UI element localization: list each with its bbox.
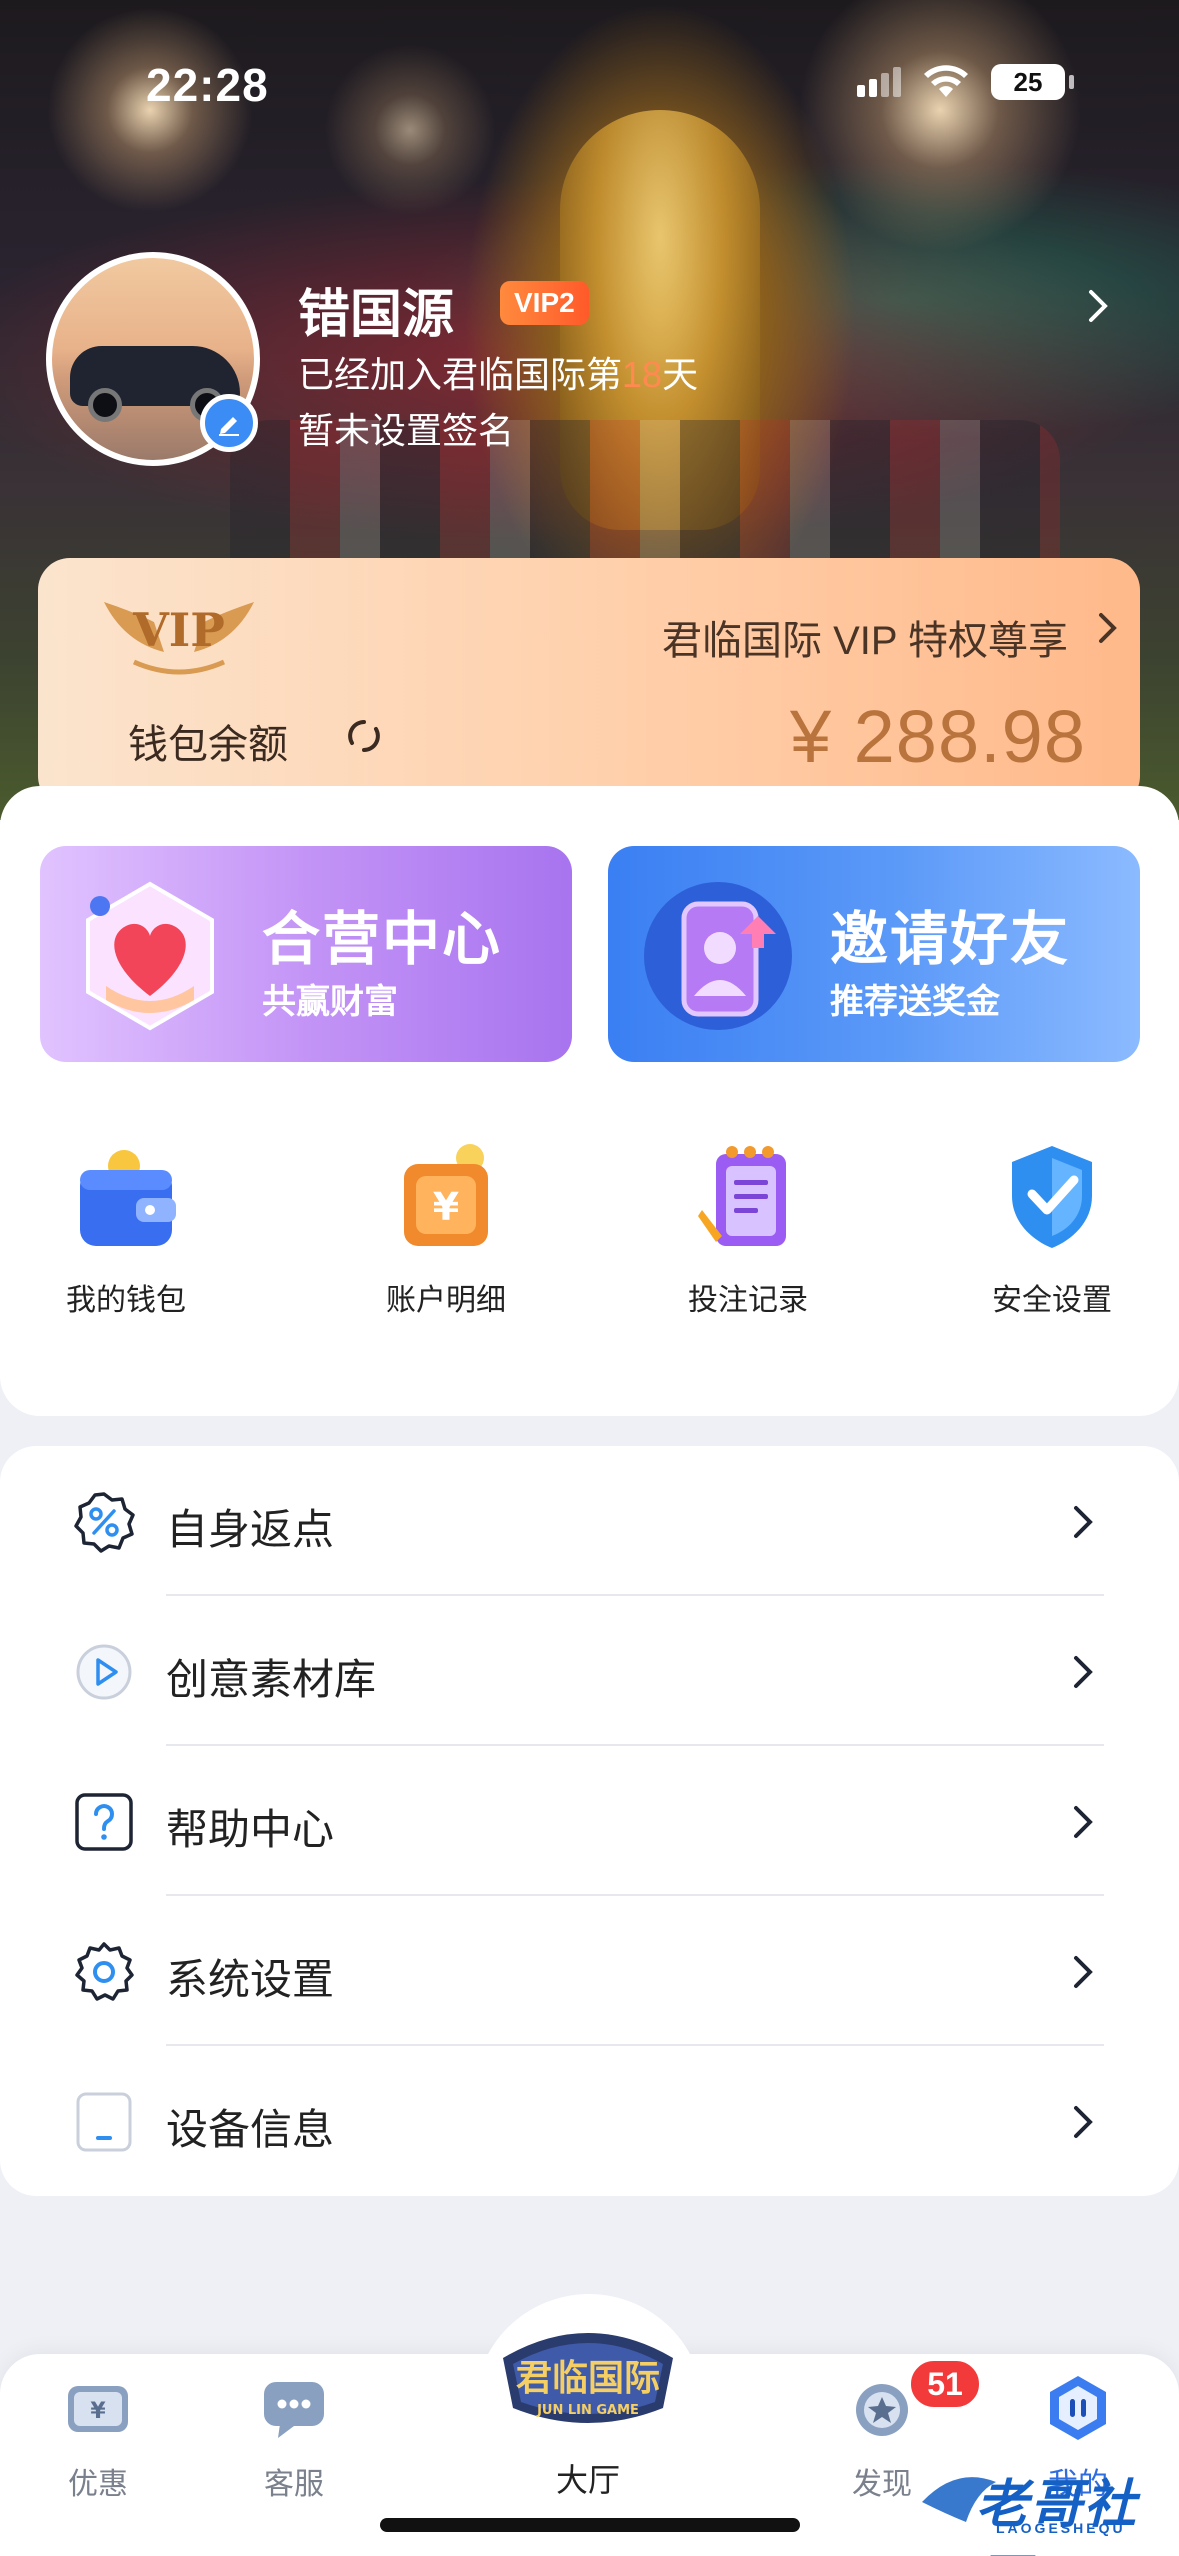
chevron-right-icon [1074, 2106, 1093, 2138]
quick-action-label: 我的钱包 [66, 1284, 186, 1317]
menu-item-label: 自身返点 [166, 1506, 335, 1553]
invite-phone-icon [644, 882, 792, 1030]
joined-days-count: 18 [622, 354, 663, 395]
quick-action-account-details[interactable]: ¥ 账户明细 [346, 1136, 546, 1319]
watermark-text: 老哥社区 [976, 2476, 1139, 2556]
quick-actions-row: 我的钱包 ¥ 账户明细 投注记录 安全设置 [0, 1136, 1179, 1319]
quick-panel: 合营中心 共赢财富 邀请好友 推荐送奖金 我的钱包 ¥ 账户明细 投注记录 安全… [0, 786, 1179, 1416]
vip-privilege-title[interactable]: 君临国际 VIP 特权尊享 [662, 608, 1068, 666]
profile-chevron-right-icon[interactable] [1078, 286, 1118, 326]
quick-action-security-settings[interactable]: 安全设置 [952, 1136, 1152, 1319]
play-circle-icon [76, 1644, 132, 1700]
wallet-balance-amount: ¥ 288.98 [789, 695, 1086, 778]
menu-item-label: 系统设置 [166, 1956, 335, 2003]
heart-hands-icon [86, 881, 214, 1031]
menu-item-label: 创意素材库 [166, 1656, 377, 1703]
bet-record-icon [698, 1146, 786, 1246]
partner-center-subtitle: 共赢财富 [262, 983, 398, 1021]
status-bar: 22:28 25 [0, 0, 1179, 170]
tab-hall[interactable]: 君临国际 JUN LIN GAME 大厅 [478, 2318, 698, 2501]
discover-notification-badge: 51 [908, 2358, 982, 2410]
watermark-subtext: LAOGESHEQU [996, 2520, 1126, 2536]
status-time: 22:28 [146, 59, 269, 111]
menu-item-self-rebate[interactable]: 自身返点 [0, 1446, 1179, 1596]
wallet-icon [80, 1150, 176, 1246]
vip-chevron-right-icon[interactable] [1090, 610, 1126, 646]
user-signature[interactable]: 暂未设置签名 [298, 402, 514, 454]
vip-level-badge: VIP2 [500, 281, 589, 325]
menu-item-label: 设备信息 [166, 2106, 335, 2153]
tab-label: 客服 [264, 2468, 324, 2501]
menu-item-system-settings[interactable]: 系统设置 [0, 1896, 1179, 2046]
partner-center-title: 合营中心 [262, 907, 503, 972]
chevron-right-icon [1074, 1506, 1093, 1538]
home-indicator [380, 2518, 800, 2532]
vip-logo-text: VIP [132, 603, 225, 657]
battery-indicator: 25 [991, 64, 1065, 100]
help-question-icon [75, 1793, 133, 1851]
coupon-icon: ¥ [68, 2386, 128, 2432]
invite-friends-card[interactable]: 邀请好友 推荐送奖金 [608, 846, 1140, 1062]
tab-label: 优惠 [68, 2468, 128, 2501]
user-name: 错国源 [298, 286, 455, 344]
quick-action-label: 投注记录 [688, 1284, 808, 1317]
menu-item-help-center[interactable]: 帮助中心 [0, 1746, 1179, 1896]
vip-wings-logo: VIP [104, 602, 254, 675]
svg-text:¥: ¥ [433, 1185, 459, 1229]
battery-cap [1069, 75, 1074, 89]
settings-menu: 自身返点 创意素材库 帮助中心 系统设置 设备信息 [0, 1446, 1179, 2196]
edit-avatar-button[interactable] [200, 394, 258, 452]
partner-center-card[interactable]: 合营中心 共赢财富 [40, 846, 572, 1062]
menu-item-creative-library[interactable]: 创意素材库 [0, 1596, 1179, 1746]
cellular-signal-icon [857, 67, 901, 97]
status-icons: 25 [857, 64, 1074, 100]
tab-label: 大厅 [555, 2462, 620, 2498]
invite-friends-title: 邀请好友 [830, 907, 1071, 972]
hall-logo-text: 君临国际 [516, 2357, 660, 2399]
chevron-right-icon [1074, 1656, 1093, 1688]
profile-hex-icon [1050, 2376, 1106, 2440]
invite-friends-subtitle: 推荐送奖金 [830, 983, 1000, 1021]
account-details-icon: ¥ [404, 1144, 488, 1246]
vip-wallet-card[interactable]: VIP 君临国际 VIP 特权尊享 钱包余额 ¥ 288.98 [38, 558, 1140, 808]
wallet-balance-label: 钱包余额 [128, 723, 288, 767]
hall-logo: 君临国际 JUN LIN GAME [503, 2333, 673, 2423]
tab-promotions[interactable]: ¥ 优惠 [28, 2372, 168, 2503]
security-shield-icon [1012, 1146, 1092, 1248]
quick-action-bet-records[interactable]: 投注记录 [648, 1136, 848, 1319]
quick-action-label: 安全设置 [992, 1284, 1112, 1317]
gear-icon [75, 1942, 134, 2001]
chevron-right-icon [1074, 1956, 1093, 1988]
pencil-icon [219, 417, 239, 436]
svg-text:¥: ¥ [90, 2399, 106, 2424]
quick-action-label: 账户明细 [386, 1284, 506, 1317]
tab-customer-service[interactable]: 客服 [224, 2372, 364, 2503]
menu-item-label: 帮助中心 [166, 1806, 335, 1853]
chat-icon [264, 2382, 324, 2438]
hall-logo-subtext: JUN LIN GAME [536, 2403, 639, 2418]
wifi-icon [924, 65, 968, 97]
chevron-right-icon [1074, 1806, 1093, 1838]
menu-item-device-info[interactable]: 设备信息 [0, 2046, 1179, 2196]
device-icon [76, 2092, 132, 2152]
refresh-icon[interactable] [344, 716, 384, 756]
joined-days-text: 已经加入君临国际第18天 [298, 354, 699, 395]
rebate-percent-icon [74, 1492, 135, 1553]
quick-action-my-wallet[interactable]: 我的钱包 [26, 1136, 226, 1319]
